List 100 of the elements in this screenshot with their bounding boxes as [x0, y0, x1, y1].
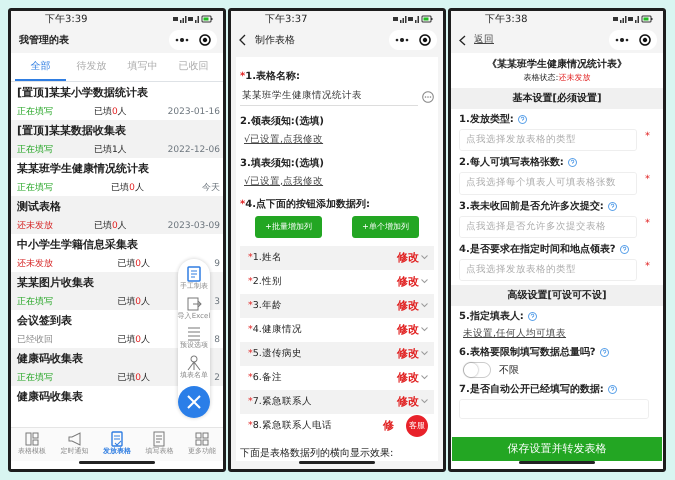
form-title[interactable]: 测试表格 [17, 199, 61, 216]
target-icon[interactable] [199, 34, 211, 46]
chevron-down-icon[interactable] [421, 279, 428, 284]
field-label: 6.表格要限制填写数据总量吗? [459, 346, 596, 360]
form-title[interactable]: [置顶]某某数据收集表 [17, 123, 126, 140]
edit-link[interactable]: 修 [383, 418, 394, 434]
toggle-label: 不限 [499, 364, 519, 378]
column-label: *1.姓名 [248, 250, 283, 265]
status-icons-drawing [173, 15, 213, 23]
form-title[interactable]: 某某班学生健康情况统计表 [17, 161, 149, 178]
edit-link[interactable]: 修改 [397, 250, 419, 266]
target-icon[interactable] [639, 34, 651, 46]
add-column-button[interactable]: +单个增加列 [352, 216, 419, 238]
back-link[interactable]: 返回 [470, 32, 494, 48]
select-field[interactable]: 点我选择是否允许多次提交表格 [459, 216, 637, 238]
chevron-down-icon[interactable] [421, 399, 428, 404]
chevron-down-icon[interactable] [421, 255, 428, 260]
form-title[interactable]: 健康码收集表 [17, 389, 83, 406]
form-date: 今天 [202, 182, 220, 194]
field-label: 3.填表须知:(选填) [240, 156, 325, 170]
settings-link[interactable]: √已设置,点我修改 [240, 134, 324, 146]
more-icon[interactable] [175, 37, 189, 43]
tab[interactable]: 待发放 [66, 53, 117, 81]
edit-link[interactable]: 修改 [397, 298, 419, 314]
close-button[interactable] [178, 386, 210, 418]
name-input[interactable]: 某某班学生健康情况统计表 [240, 87, 418, 106]
filled-count: 已填0人 [94, 220, 127, 232]
customer-service-button[interactable]: 客服 [406, 414, 428, 437]
form-date: 8 [214, 334, 220, 346]
field-label: *4.点下面的按钮添加数据列: [240, 198, 371, 212]
filled-count: 已填0人 [117, 334, 150, 346]
form-date: 9 [214, 258, 220, 270]
chevron-down-icon[interactable] [421, 303, 428, 308]
form-status: 正在填写 [17, 106, 53, 118]
form-title[interactable]: 会议签到表 [17, 313, 72, 330]
add-column-button[interactable]: +批量增加列 [255, 216, 322, 238]
settings-link[interactable]: √已设置,点我修改 [240, 176, 324, 186]
help-icon[interactable] [620, 244, 629, 254]
form-title[interactable]: [置顶]某某小学数据统计表 [17, 85, 148, 102]
tab[interactable]: 已收回 [168, 53, 219, 81]
more-icon[interactable] [615, 37, 629, 43]
field-label: 2.每人可填写表格张数: [459, 156, 564, 170]
form-status: 还未发放 [17, 258, 53, 270]
more-icon[interactable] [395, 37, 409, 43]
filled-count: 已填0人 [117, 372, 150, 384]
field-label: 2.领表须知:(选填) [240, 114, 325, 130]
edit-link[interactable]: 修改 [397, 370, 419, 386]
select-field[interactable]: 点我选择发放表格的类型 [459, 258, 637, 281]
column-label: *8.紧急联系人电话 [248, 418, 333, 433]
edit-link[interactable]: 修改 [397, 322, 419, 338]
form-title[interactable]: 中小学生学籍信息采集表 [17, 237, 138, 254]
chevron-down-icon[interactable] [421, 375, 428, 380]
status-time: 下午3:38 [485, 12, 528, 26]
save-button[interactable]: 保存设置并转发表格 [452, 437, 662, 461]
form-status: 还未发放 [17, 220, 53, 232]
required-mark: * [645, 173, 650, 188]
person-icon [185, 354, 203, 372]
section-header: 基本设置[必须设置] [451, 88, 663, 109]
form-title[interactable]: 健康码收集表 [17, 351, 83, 368]
help-icon[interactable] [600, 348, 609, 358]
tab[interactable]: 全部 [15, 53, 66, 81]
filled-count: 已填0人 [111, 182, 144, 194]
form-title[interactable]: 某某图片收集表 [17, 275, 94, 292]
help-icon[interactable] [518, 115, 527, 124]
filled-count: 已填0人 [94, 106, 127, 118]
form-date: 2023-01-16 [168, 106, 220, 118]
status-icons-drawing [613, 15, 653, 23]
column-label: *6.备注 [248, 370, 283, 385]
form-status: 正在填写 [17, 144, 53, 156]
select-field[interactable]: 点我选择发放表格的类型 [459, 129, 637, 152]
grid-icon [192, 430, 211, 448]
back-icon[interactable] [239, 34, 247, 46]
assign-link[interactable]: 未设置,任何人均可填表 [459, 328, 566, 339]
edit-link[interactable]: 修改 [397, 274, 419, 290]
tab[interactable]: 填写中 [117, 53, 168, 81]
toggle-switch[interactable] [463, 362, 491, 378]
edit-form-icon [185, 265, 203, 283]
select-field[interactable]: 点我选择每个填表人可填表格张数 [459, 172, 637, 194]
edit-link[interactable]: 修改 [397, 394, 419, 410]
edit-link[interactable]: 修改 [397, 346, 419, 362]
field-label: 4.是否要求在指定时间和地点领表? [459, 242, 616, 257]
target-icon[interactable] [419, 34, 431, 46]
footer-note: 下面是表格数据列的横向显示效果: [240, 446, 394, 461]
help-icon[interactable] [568, 158, 577, 168]
filled-count: 已填0人 [117, 296, 150, 308]
field-label: 7.是否自动公开已经填写的数据: [459, 382, 604, 398]
chevron-down-icon[interactable] [421, 327, 428, 332]
form-date: 3 [214, 296, 220, 308]
section-header: 高级设置[可设可不设] [451, 285, 663, 306]
column-label: *2.性别 [248, 274, 283, 289]
form-status: 已经收回 [17, 334, 53, 346]
chevron-down-icon[interactable] [421, 351, 428, 356]
layout-icon [23, 430, 42, 448]
field-label: 3.表未收回前是否允许多次提交: [459, 199, 604, 214]
filled-count: 已填1人 [94, 144, 127, 156]
column-label: *4.健康情况 [248, 322, 303, 337]
back-icon[interactable] [459, 34, 466, 46]
help-icon[interactable] [608, 385, 617, 394]
help-icon[interactable] [528, 312, 537, 321]
help-icon[interactable] [608, 202, 617, 210]
